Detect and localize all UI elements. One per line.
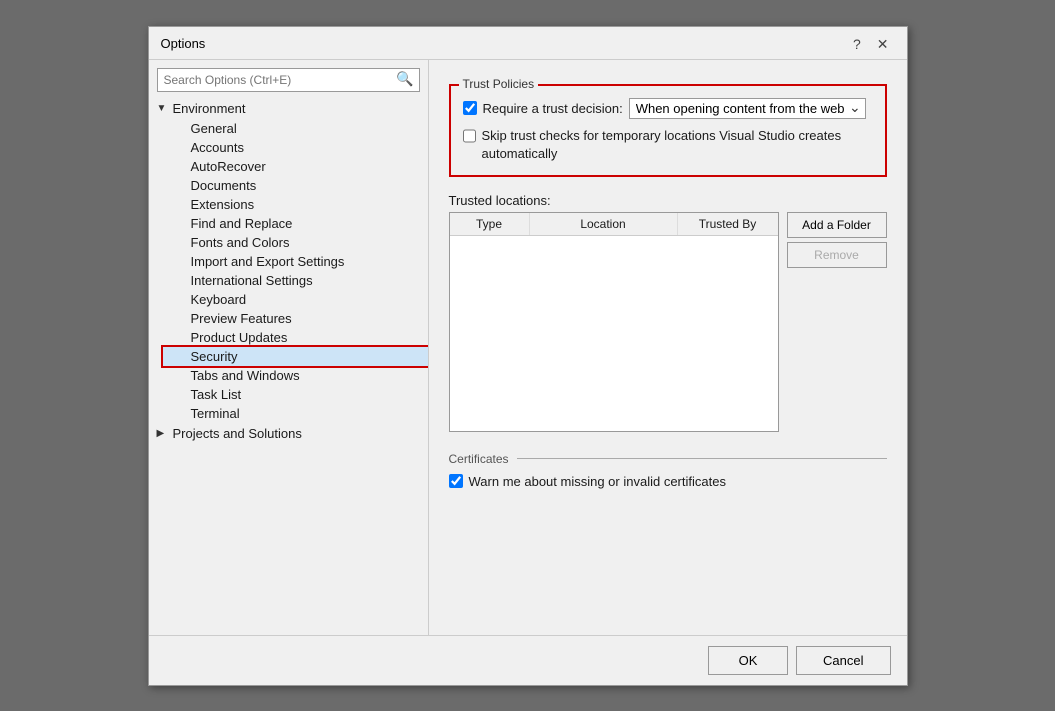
sidebar-item-keyboard[interactable]: Keyboard [163, 290, 428, 309]
environment-label: Environment [173, 101, 246, 116]
table-buttons: Add a Folder Remove [787, 212, 887, 268]
search-input[interactable] [157, 68, 420, 92]
warn-cert-checkbox[interactable] [449, 474, 463, 488]
sidebar-item-task-list[interactable]: Task List [163, 385, 428, 404]
th-location: Location [530, 213, 678, 235]
sidebar-item-security[interactable]: Security [163, 347, 428, 366]
sidebar-item-accounts[interactable]: Accounts [163, 138, 428, 157]
sidebar-item-terminal[interactable]: Terminal [163, 404, 428, 423]
sidebar-item-import-export[interactable]: Import and Export Settings [163, 252, 428, 271]
environment-children: General Accounts AutoRecover Documents E… [149, 119, 428, 423]
dialog-title: Options [161, 36, 206, 51]
th-type: Type [450, 213, 530, 235]
sidebar-item-tabs-windows[interactable]: Tabs and Windows [163, 366, 428, 385]
close-button[interactable]: ✕ [871, 35, 895, 53]
search-button[interactable]: 🔍 [394, 70, 415, 87]
sidebar-item-find-replace[interactable]: Find and Replace [163, 214, 428, 233]
table-body [450, 236, 778, 426]
expand-arrow-projects: ▶ [157, 428, 169, 439]
trusted-locations-table: Type Location Trusted By [449, 212, 779, 432]
certificates-label: Certificates [449, 452, 509, 466]
title-bar: Options ? ✕ [149, 27, 907, 59]
require-trust-row: Require a trust decision: When opening c… [463, 98, 873, 119]
tree-section-projects[interactable]: ▶ Projects and Solutions [149, 423, 428, 444]
trust-dropdown-wrap: When opening content from the web Always… [629, 98, 866, 119]
trusted-table-wrap: Type Location Trusted By Add a Folder Re… [449, 212, 887, 432]
dialog-footer: OK Cancel [149, 635, 907, 685]
tree-section-environment[interactable]: ▼ Environment [149, 98, 428, 119]
cert-divider-line [517, 458, 887, 459]
sidebar-item-documents[interactable]: Documents [163, 176, 428, 195]
trusted-locations-section: Trusted locations: Type Location Trusted… [449, 193, 887, 432]
require-trust-checkbox[interactable] [463, 101, 477, 115]
trust-policies-group: Trust Policies Require a trust decision:… [449, 84, 887, 177]
skip-trust-text: Skip trust checks for temporary location… [482, 127, 873, 163]
require-trust-text: Require a trust decision: [483, 101, 623, 116]
expand-arrow-environment: ▼ [157, 103, 169, 114]
sidebar-item-autorecover[interactable]: AutoRecover [163, 157, 428, 176]
sidebar-item-international[interactable]: International Settings [163, 271, 428, 290]
th-trusted-by: Trusted By [678, 213, 778, 235]
certificates-section: Certificates Warn me about missing or in… [449, 452, 887, 489]
trust-policies-label: Trust Policies [459, 77, 539, 91]
remove-button[interactable]: Remove [787, 242, 887, 268]
warn-cert-text: Warn me about missing or invalid certifi… [469, 474, 726, 489]
ok-button[interactable]: OK [708, 646, 788, 675]
options-dialog: Options ? ✕ 🔍 ▼ Environment General Acco… [148, 26, 908, 686]
dialog-body: 🔍 ▼ Environment General Accounts AutoRec… [149, 59, 907, 635]
help-button[interactable]: ? [847, 35, 867, 53]
cancel-button[interactable]: Cancel [796, 646, 890, 675]
skip-trust-checkbox[interactable] [463, 129, 476, 143]
right-panel: Trust Policies Require a trust decision:… [429, 60, 907, 635]
left-panel: 🔍 ▼ Environment General Accounts AutoRec… [149, 60, 429, 635]
projects-label: Projects and Solutions [173, 426, 302, 441]
sidebar-item-product-updates[interactable]: Product Updates [163, 328, 428, 347]
search-box-wrap: 🔍 [149, 60, 428, 98]
sidebar-item-fonts-colors[interactable]: Fonts and Colors [163, 233, 428, 252]
table-header: Type Location Trusted By [450, 213, 778, 236]
title-bar-buttons: ? ✕ [847, 35, 895, 53]
trusted-locations-label: Trusted locations: [449, 193, 887, 208]
sidebar-item-extensions[interactable]: Extensions [163, 195, 428, 214]
cert-divider-row: Certificates [449, 452, 887, 466]
sidebar-item-preview-features[interactable]: Preview Features [163, 309, 428, 328]
sidebar-item-general[interactable]: General [163, 119, 428, 138]
tree: ▼ Environment General Accounts AutoRecov… [149, 98, 428, 627]
add-folder-button[interactable]: Add a Folder [787, 212, 887, 238]
trust-dropdown[interactable]: When opening content from the web Always… [629, 98, 866, 119]
warn-cert-row: Warn me about missing or invalid certifi… [449, 474, 887, 489]
skip-trust-row: Skip trust checks for temporary location… [463, 127, 873, 163]
